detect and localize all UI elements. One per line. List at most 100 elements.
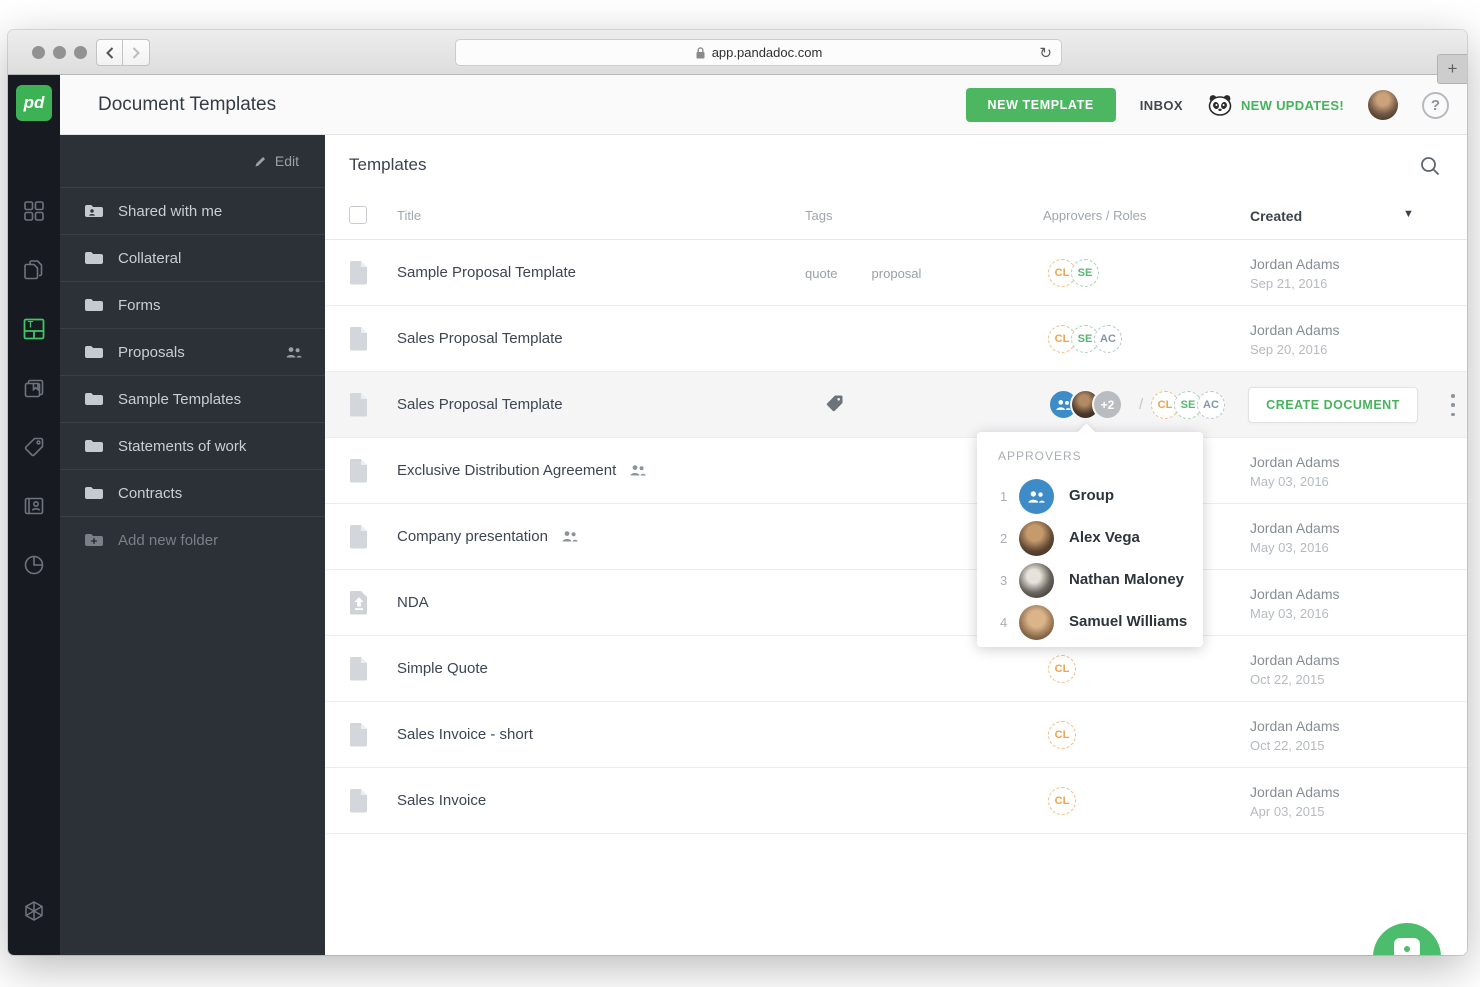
sidebar-item-shared-with-me[interactable]: Shared with me (60, 187, 325, 234)
created-date: Sep 20, 2016 (1250, 342, 1328, 357)
inbox-link[interactable]: INBOX (1140, 98, 1183, 113)
table-header: Title Tags Approvers / Roles Created ▼ (325, 200, 1467, 240)
page-title: Document Templates (98, 94, 277, 115)
address-bar[interactable]: app.pandadoc.com ↻ (455, 39, 1062, 66)
sidebar-item-label: Add new folder (118, 531, 219, 549)
browser-chrome: app.pandadoc.com ↻ + (8, 30, 1467, 84)
sidebar-item-sample-templates[interactable]: Sample Templates (60, 375, 325, 422)
documents-icon[interactable] (8, 250, 60, 290)
created-cell: Jordan Adams Sep 20, 2016 (1250, 320, 1340, 360)
document-icon (349, 393, 367, 417)
folder-icon (85, 252, 103, 264)
tag-label[interactable]: proposal (872, 266, 922, 281)
back-button[interactable] (96, 39, 123, 66)
created-cell: Jordan Adams Oct 22, 2015 (1250, 716, 1340, 756)
document-icon (349, 261, 367, 285)
column-title: Title (397, 208, 422, 223)
reports-icon[interactable] (8, 545, 60, 585)
sort-arrow-icon[interactable]: ▼ (1403, 208, 1414, 220)
create-document-button[interactable]: CREATE DOCUMENT (1248, 387, 1418, 423)
template-row[interactable]: NDA Jordan Adams May 03, 2016 (325, 570, 1467, 636)
approver-number: 4 (1000, 615, 1008, 630)
new-updates-label: NEW UPDATES! (1240, 97, 1344, 113)
more-approvers-badge[interactable]: +2 (1092, 389, 1123, 420)
approver-item: 3 Nathan Maloney (977, 560, 1203, 602)
document-icon (349, 657, 367, 681)
close-window-button[interactable] (32, 46, 45, 59)
sidebar-item-statements-of-work[interactable]: Statements of work (60, 422, 325, 469)
sidebar-item-collateral[interactable]: Collateral (60, 234, 325, 281)
creator-name: Jordan Adams (1250, 520, 1340, 536)
select-all-checkbox[interactable] (349, 206, 367, 224)
tags-icon[interactable] (8, 427, 60, 467)
minimize-window-button[interactable] (53, 46, 66, 59)
created-cell: Jordan Adams May 03, 2016 (1250, 452, 1340, 492)
template-row-hovered[interactable]: Sales Proposal Template +2 / CL SE AC CR… (325, 372, 1467, 438)
creator-name: Jordan Adams (1250, 322, 1340, 338)
role-badge-cl[interactable]: CL (1048, 787, 1076, 815)
template-row[interactable]: Sample Proposal Template quote proposal … (325, 240, 1467, 306)
user-avatar[interactable] (1368, 90, 1398, 120)
created-cell: Jordan Adams Sep 21, 2016 (1250, 254, 1340, 294)
tag-label[interactable]: quote (805, 266, 838, 281)
chevron-left-icon (105, 46, 113, 59)
content-library-icon[interactable] (8, 368, 60, 408)
edit-folders-button[interactable]: Edit (60, 135, 325, 187)
approver-avatars[interactable]: +2 (1048, 389, 1123, 420)
panda-icon (1208, 95, 1232, 116)
template-title: Simple Quote (397, 660, 488, 677)
template-row[interactable]: Sales Invoice - short CL Jordan Adams Oc… (325, 702, 1467, 768)
contacts-icon[interactable] (8, 486, 60, 526)
settings-icon[interactable] (8, 951, 60, 955)
sidebar-item-label: Sample Templates (118, 390, 242, 408)
new-updates-link[interactable]: NEW UPDATES! (1207, 94, 1344, 116)
created-cell: Jordan Adams Apr 03, 2015 (1250, 782, 1340, 822)
folder-icon (85, 393, 103, 405)
forward-button[interactable] (123, 39, 150, 66)
role-badge-ac[interactable]: AC (1197, 391, 1225, 419)
dashboard-icon[interactable] (8, 191, 60, 231)
new-template-button[interactable]: NEW TEMPLATE (965, 88, 1116, 122)
sidebar-item-proposals[interactable]: Proposals (60, 328, 325, 375)
template-row[interactable]: Company presentation Jordan Adams May 03… (325, 504, 1467, 570)
zoom-window-button[interactable] (74, 46, 87, 59)
folder-icon (85, 346, 103, 358)
template-title: Sales Proposal Template (397, 396, 563, 413)
shared-icon (562, 531, 578, 542)
column-tags: Tags (805, 208, 833, 223)
search-icon[interactable] (1419, 155, 1441, 177)
role-badge-cl[interactable]: CL (1048, 655, 1076, 683)
creator-name: Jordan Adams (1250, 718, 1340, 734)
template-title: Exclusive Distribution Agreement (397, 462, 617, 479)
sidebar-item-forms[interactable]: Forms (60, 281, 325, 328)
template-title: NDA (397, 594, 429, 611)
url-text: app.pandadoc.com (711, 45, 823, 60)
template-row[interactable]: Simple Quote CL Jordan Adams Oct 22, 201… (325, 636, 1467, 702)
new-tab-button[interactable]: + (1437, 54, 1467, 84)
template-row[interactable]: Sales Invoice CL Jordan Adams Apr 03, 20… (325, 768, 1467, 834)
pandadoc-logo[interactable]: pd (16, 85, 52, 121)
template-row[interactable]: Sales Proposal Template CL SE AC Jordan … (325, 306, 1467, 372)
folder-shared-icon (85, 205, 103, 217)
approver-avatar (1019, 563, 1054, 598)
sidebar-item-contracts[interactable]: Contracts (60, 469, 325, 516)
add-new-folder-button[interactable]: Add new folder (60, 516, 325, 563)
role-badge-se[interactable]: SE (1071, 259, 1099, 287)
tag-icon[interactable] (825, 394, 844, 416)
template-row[interactable]: Exclusive Distribution Agreement Jordan … (325, 438, 1467, 504)
help-button[interactable]: ? (1422, 91, 1449, 119)
template-list: Sample Proposal Template quote proposal … (325, 240, 1467, 834)
column-created-sort[interactable]: Created (1250, 208, 1302, 224)
browser-nav (96, 39, 150, 66)
panel-title: Templates (349, 155, 427, 174)
templates-panel: Templates Title Tags Approvers / Roles C… (325, 135, 1467, 955)
row-menu-icon[interactable] (1444, 394, 1462, 416)
integrations-icon[interactable] (8, 891, 60, 931)
created-cell: Jordan Adams May 03, 2016 (1250, 518, 1340, 558)
templates-icon[interactable]: T (8, 309, 60, 349)
refresh-icon[interactable]: ↻ (1039, 44, 1052, 62)
role-badge-cl[interactable]: CL (1048, 721, 1076, 749)
created-date: Apr 03, 2015 (1250, 804, 1325, 819)
role-badge-ac[interactable]: AC (1094, 325, 1122, 353)
created-cell: Jordan Adams Oct 22, 2015 (1250, 650, 1340, 690)
